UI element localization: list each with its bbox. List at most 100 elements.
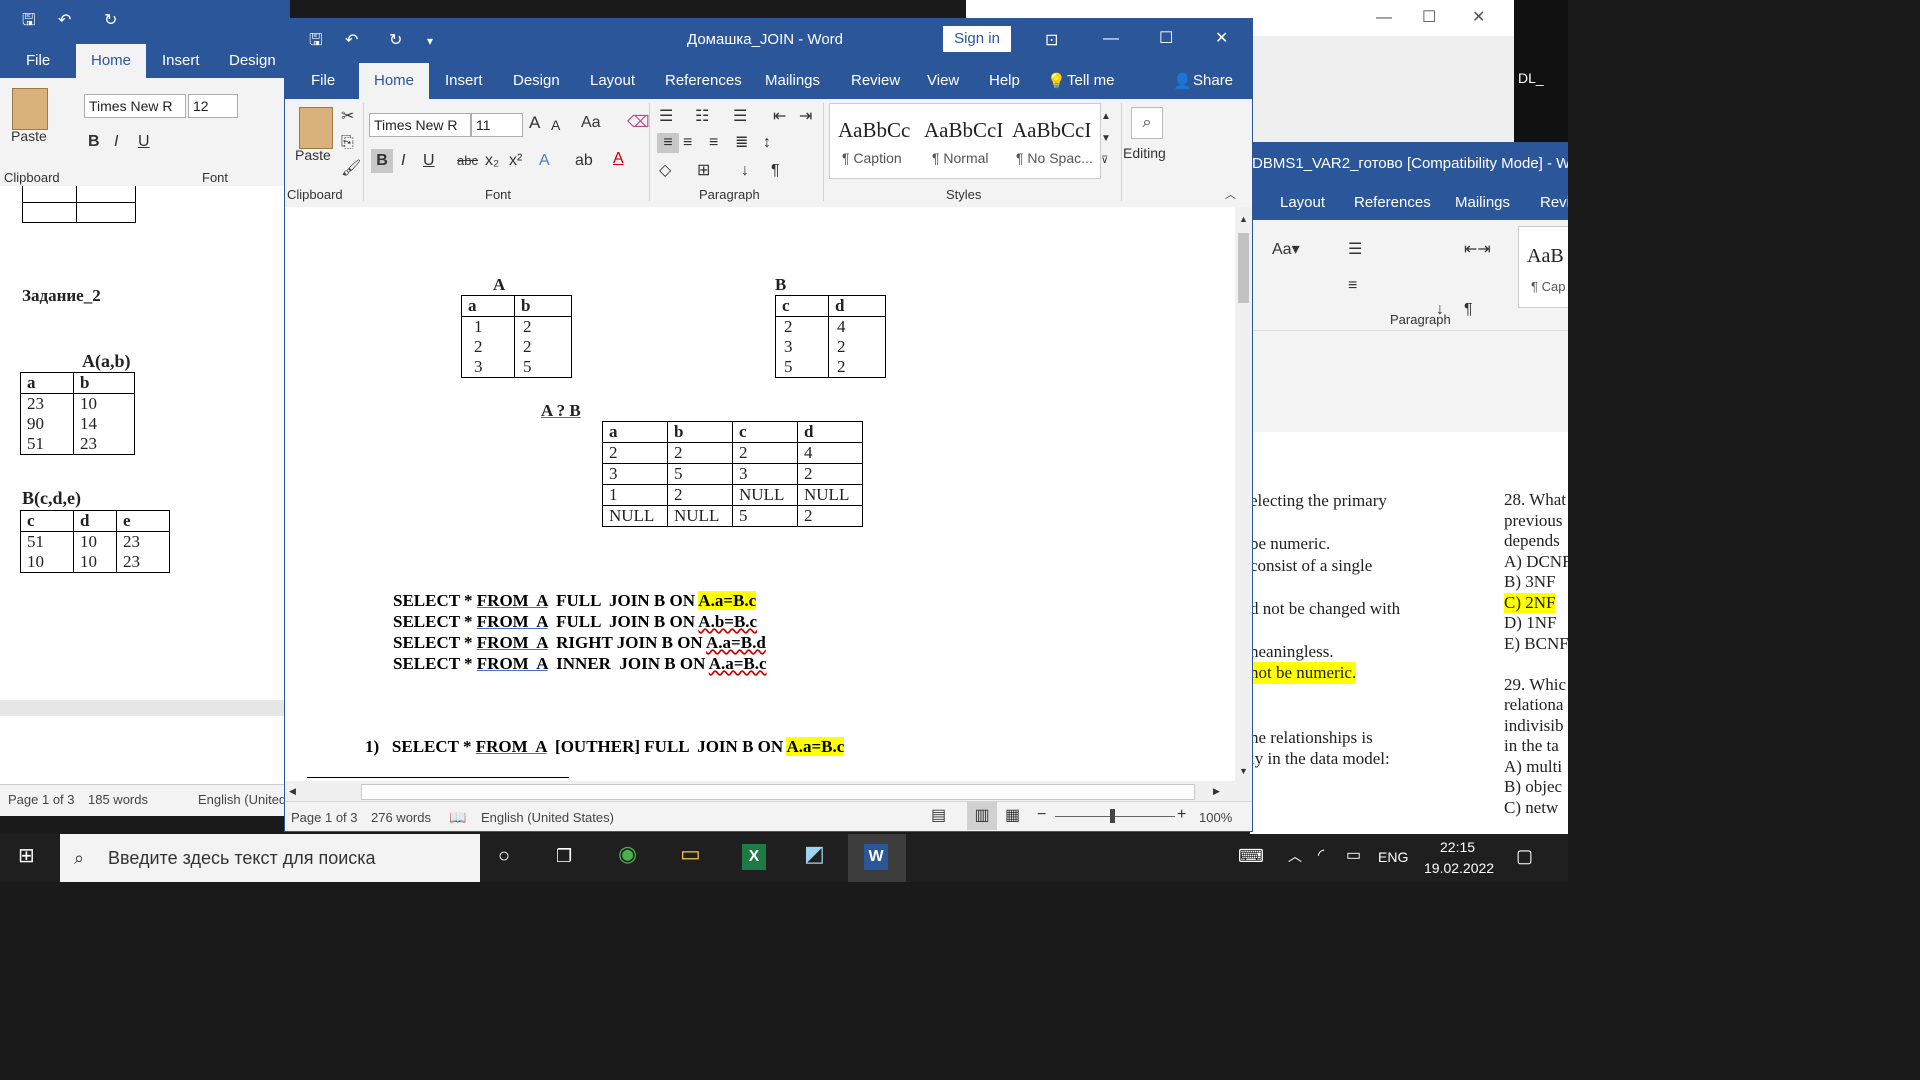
- bullets-icon[interactable]: ☰: [659, 107, 673, 127]
- editing-button[interactable]: Editing: [1123, 145, 1166, 161]
- document-page[interactable]: A ab 12 22 35 B cd 24 32 52 A ? B a b c …: [285, 207, 1235, 781]
- task-view-icon[interactable]: ❐: [556, 846, 572, 866]
- web-layout-icon[interactable]: ▦: [1005, 806, 1020, 826]
- scroll-right-icon[interactable]: ▶: [1213, 781, 1220, 801]
- customize-qat-icon[interactable]: ▾: [427, 31, 433, 51]
- close-icon[interactable]: ✕: [1472, 8, 1485, 28]
- network-icon[interactable]: ◜: [1318, 846, 1324, 866]
- superscript-icon[interactable]: x²: [509, 151, 522, 171]
- battery-icon[interactable]: ▭: [1346, 846, 1361, 866]
- zoom-out-icon[interactable]: −: [1037, 805, 1046, 825]
- shrink-font-icon[interactable]: A: [551, 115, 560, 135]
- status-language[interactable]: English (United: [198, 792, 286, 807]
- style-normal[interactable]: AaBbCcI ¶ Normal: [918, 104, 1006, 178]
- copy-icon[interactable]: ⎘: [341, 133, 354, 153]
- tab-view[interactable]: View: [927, 72, 959, 89]
- bold-icon[interactable]: B: [88, 132, 100, 152]
- status-words[interactable]: 185 words: [88, 792, 148, 807]
- status-page[interactable]: Page 1 of 3: [291, 810, 358, 825]
- shading-icon[interactable]: ◇: [659, 161, 671, 181]
- align-left-icon[interactable]: ≡: [1348, 276, 1357, 296]
- align-right-icon[interactable]: ≡: [709, 133, 718, 153]
- text-effects-icon[interactable]: A: [539, 151, 550, 171]
- file-explorer-icon[interactable]: ▭: [680, 843, 701, 865]
- paste-icon[interactable]: [12, 88, 48, 130]
- bold-icon[interactable]: B: [371, 149, 393, 173]
- ribbon-display-icon[interactable]: ⊡: [1045, 31, 1058, 51]
- redo-icon[interactable]: ↻: [389, 31, 402, 51]
- styles-scroll-down-icon[interactable]: ▼: [1101, 129, 1111, 149]
- share-icon[interactable]: 👤: [1173, 72, 1192, 90]
- tell-me-search[interactable]: Tell me: [1067, 72, 1115, 89]
- touch-keyboard-icon[interactable]: ⌨: [1238, 846, 1264, 866]
- zoom-slider[interactable]: [1055, 816, 1175, 817]
- chevron-up-icon[interactable]: ︿: [1288, 846, 1302, 866]
- style-caption[interactable]: AaBbCc ¶ Caption: [830, 104, 918, 178]
- italic-icon[interactable]: I: [114, 132, 118, 152]
- tab-references[interactable]: References: [665, 72, 742, 89]
- font-size-box[interactable]: 12: [188, 94, 238, 118]
- align-left-icon[interactable]: ≡: [657, 133, 679, 153]
- borders-icon[interactable]: ⊞: [697, 161, 710, 181]
- read-mode-icon[interactable]: ▤: [931, 806, 946, 826]
- style-no-spacing[interactable]: AaBbCcI ¶ No Spac...: [1006, 104, 1098, 178]
- save-icon[interactable]: 🖫: [22, 11, 36, 31]
- style-gallery[interactable]: AaBbCc ¶ Caption AaBbCcI ¶ Normal AaBbCc…: [829, 103, 1101, 179]
- tab-references[interactable]: References: [1354, 194, 1431, 211]
- tab-layout[interactable]: Layout: [1280, 194, 1325, 211]
- styles-scroll-up-icon[interactable]: ▲: [1101, 107, 1111, 127]
- zoom-slider-thumb[interactable]: [1110, 809, 1115, 823]
- notes-app-icon[interactable]: ◩: [804, 843, 825, 865]
- scroll-thumb[interactable]: [361, 784, 1195, 800]
- cut-icon[interactable]: ✂: [341, 107, 354, 127]
- tab-mailings[interactable]: Mailings: [765, 72, 820, 89]
- tab-home[interactable]: Home: [76, 44, 146, 78]
- language-indicator[interactable]: ENG: [1378, 849, 1408, 865]
- line-spacing-icon[interactable]: ↕: [763, 133, 771, 153]
- status-words[interactable]: 276 words: [371, 810, 431, 825]
- vertical-scrollbar[interactable]: ▲ ▼: [1235, 207, 1252, 781]
- minimize-icon[interactable]: —: [1376, 8, 1392, 28]
- proofing-icon[interactable]: 📖: [449, 807, 466, 827]
- windows-start-icon[interactable]: ⊞: [18, 846, 35, 866]
- scroll-down-icon[interactable]: ▼: [1235, 761, 1252, 781]
- tab-layout[interactable]: Layout: [590, 72, 635, 89]
- paste-label[interactable]: Paste: [11, 128, 47, 144]
- tab-home[interactable]: Home: [359, 63, 429, 99]
- italic-icon[interactable]: I: [401, 151, 405, 171]
- subscript-icon[interactable]: x₂: [485, 151, 499, 171]
- undo-icon[interactable]: ↶: [58, 11, 71, 31]
- chrome-icon[interactable]: ◉: [618, 843, 637, 865]
- paste-icon[interactable]: [299, 107, 333, 149]
- font-color-icon[interactable]: A: [613, 149, 624, 169]
- highlight-icon[interactable]: ab: [575, 151, 593, 171]
- word-taskbar-button[interactable]: W: [848, 834, 906, 882]
- maximize-icon[interactable]: ☐: [1159, 29, 1173, 49]
- tab-design[interactable]: Design: [229, 52, 276, 69]
- search-icon[interactable]: ⌕: [1131, 107, 1163, 139]
- excel-icon[interactable]: X: [742, 844, 766, 870]
- close-icon[interactable]: ✕: [1215, 29, 1228, 49]
- pilcrow-icon[interactable]: ¶: [1464, 300, 1473, 320]
- sort-icon[interactable]: ↓: [741, 161, 749, 181]
- scroll-thumb[interactable]: [1238, 233, 1249, 303]
- font-name-box[interactable]: Times New R: [369, 113, 471, 137]
- maximize-icon[interactable]: ☐: [1422, 8, 1436, 28]
- tab-insert[interactable]: Insert: [445, 72, 483, 89]
- tab-design[interactable]: Design: [513, 72, 560, 89]
- back-left-scrollbar[interactable]: [0, 700, 290, 716]
- horizontal-scrollbar[interactable]: ◀ ▶: [285, 781, 1252, 801]
- tab-help[interactable]: Help: [989, 72, 1020, 89]
- indent-icon[interactable]: ⇤⇥: [1464, 240, 1491, 260]
- styles-more-icon[interactable]: ⊽: [1101, 151, 1108, 171]
- paste-button[interactable]: Paste: [295, 147, 331, 163]
- share-button[interactable]: Share: [1193, 72, 1233, 89]
- status-language[interactable]: English (United States): [481, 810, 614, 825]
- cortana-icon[interactable]: ○: [498, 846, 510, 866]
- tab-mailings[interactable]: Mailings: [1455, 194, 1510, 211]
- grow-font-icon[interactable]: A: [529, 113, 540, 133]
- zoom-level[interactable]: 100%: [1199, 810, 1232, 825]
- print-layout-icon[interactable]: ▥: [967, 802, 997, 830]
- clear-formatting-icon[interactable]: ⌫: [627, 113, 650, 133]
- undo-icon[interactable]: ↶: [345, 31, 358, 51]
